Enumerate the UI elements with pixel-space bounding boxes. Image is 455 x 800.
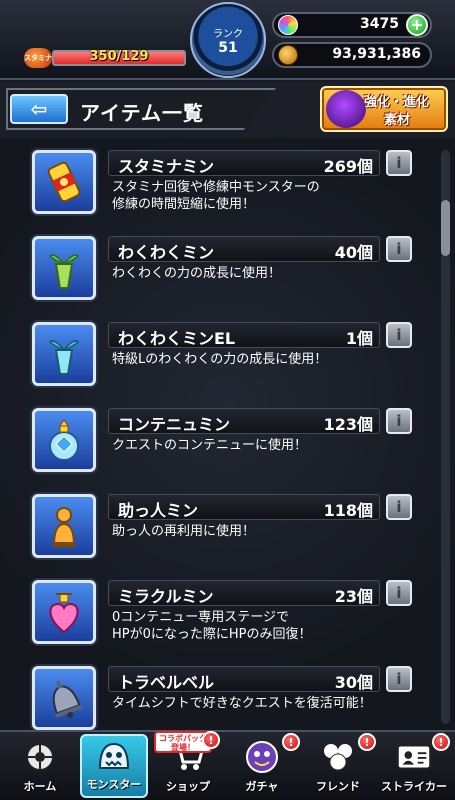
evolve-label-bottom: 素材 (384, 113, 411, 128)
nav-monster-label: モンスター (86, 778, 142, 791)
home-icon (21, 740, 59, 774)
item-row[interactable]: コンテニュミン 123個 i クエストのコンテニューに使用！ (0, 400, 455, 484)
stamina-can-icon[interactable] (32, 150, 96, 214)
item-name: わくわくミン (118, 243, 215, 262)
item-count: 30個 (334, 673, 373, 692)
orb-count: 3475 (360, 16, 399, 32)
monster-icon (95, 738, 133, 772)
gacha-icon (243, 740, 281, 774)
friend-alert-badge: ! (358, 733, 376, 751)
shop-alert-badge: ! (202, 731, 220, 749)
helper-figure-icon[interactable] (32, 494, 96, 558)
nav-home-label: ホーム (23, 780, 57, 793)
item-description: クエストのコンテニューに使用！ (112, 438, 308, 453)
bell-icon[interactable] (32, 666, 96, 730)
nav-monster[interactable]: モンスター (80, 734, 148, 798)
sprout-bottle-el-icon[interactable] (32, 322, 96, 386)
item-description: わくわくの力の成長に使用！ (112, 266, 282, 281)
scrollbar-thumb[interactable] (441, 200, 450, 256)
striker-card-icon (395, 740, 433, 774)
page-title: アイテム一覧 (80, 101, 204, 125)
nav-gacha-label: ガチャ (245, 780, 279, 793)
item-description: 助っ人の再利用に使用！ (112, 524, 256, 539)
rank-label: ランク (213, 28, 243, 40)
item-name: コンテニュミン (118, 415, 231, 434)
item-info-button[interactable]: i (386, 666, 412, 692)
item-name: トラベルベル (118, 673, 215, 692)
item-row[interactable]: わくわくミンEL 1個 i 特級Lのわくわくの力の成長に使用！ (0, 314, 455, 398)
buy-orb-button[interactable]: + (406, 14, 428, 36)
item-info-button[interactable]: i (386, 150, 412, 176)
nav-friend-label: フレンド (316, 780, 360, 793)
item-description: 特級Lのわくわくの力の成長に使用！ (112, 352, 328, 367)
back-button[interactable]: ⇦ (10, 94, 68, 124)
item-row[interactable]: わくわくミン 40個 i わくわくの力の成長に使用！ (0, 228, 455, 312)
rank-value: 51 (218, 39, 238, 56)
item-name: ミラクルミン (118, 587, 214, 606)
stamina-icon: スタミナ (24, 48, 52, 68)
item-info-button[interactable]: i (386, 236, 412, 262)
stamina-value: 350/129 (89, 49, 149, 64)
orb-icon (278, 15, 298, 35)
item-description: 0コンテニュー専用ステージで HPが0になった際にHPのみ回復！ (112, 610, 312, 642)
item-count: 1個 (345, 329, 373, 348)
item-description: スタミナ回復や修練中モンスターの 修練の時間短縮に使用！ (112, 180, 320, 212)
item-name: わくわくミンEL (118, 329, 236, 348)
gacha-alert-badge: ! (282, 733, 300, 751)
back-arrow-icon: ⇦ (30, 97, 48, 121)
nav-home[interactable]: ホーム (6, 734, 74, 798)
striker-alert-badge: ! (432, 733, 450, 751)
item-info-button[interactable]: i (386, 580, 412, 606)
item-name: 助っ人ミン (118, 501, 199, 520)
item-description: タイムシフトで好きなクエストを復活可能！ (112, 696, 372, 711)
nav-striker-label: ストライカー (381, 780, 447, 793)
item-count: 40個 (334, 243, 373, 262)
gold-coin-icon (278, 45, 298, 65)
item-count: 123個 (323, 415, 373, 434)
nav-shop-label: ショップ (166, 780, 210, 793)
item-count: 23個 (334, 587, 373, 606)
rank-badge[interactable]: ランク 51 (190, 2, 266, 78)
item-count: 269個 (323, 157, 373, 176)
heart-flask-icon[interactable] (32, 580, 96, 644)
item-info-button[interactable]: i (386, 322, 412, 348)
item-row[interactable]: スタミナミン 269個 i スタミナ回復や修練中モンスターの 修練の時間短縮に使用！ (0, 142, 455, 226)
crystal-flask-icon[interactable] (32, 408, 96, 472)
gold-count: 93,931,386 (332, 46, 421, 62)
evolve-monster-icon (326, 90, 366, 128)
item-info-button[interactable]: i (386, 494, 412, 520)
evolve-label-top: 強化・進化 (364, 95, 430, 110)
sprout-bottle-icon[interactable] (32, 236, 96, 300)
item-count: 118個 (323, 501, 373, 520)
item-row[interactable]: ミラクルミン 23個 i 0コンテニュー専用ステージで HPが0になった際にHPのみ回… (0, 572, 455, 656)
item-row[interactable]: 助っ人ミン 118個 i 助っ人の再利用に使用！ (0, 486, 455, 570)
item-name: スタミナミン (118, 157, 215, 176)
item-info-button[interactable]: i (386, 408, 412, 434)
friend-icon (319, 740, 357, 774)
